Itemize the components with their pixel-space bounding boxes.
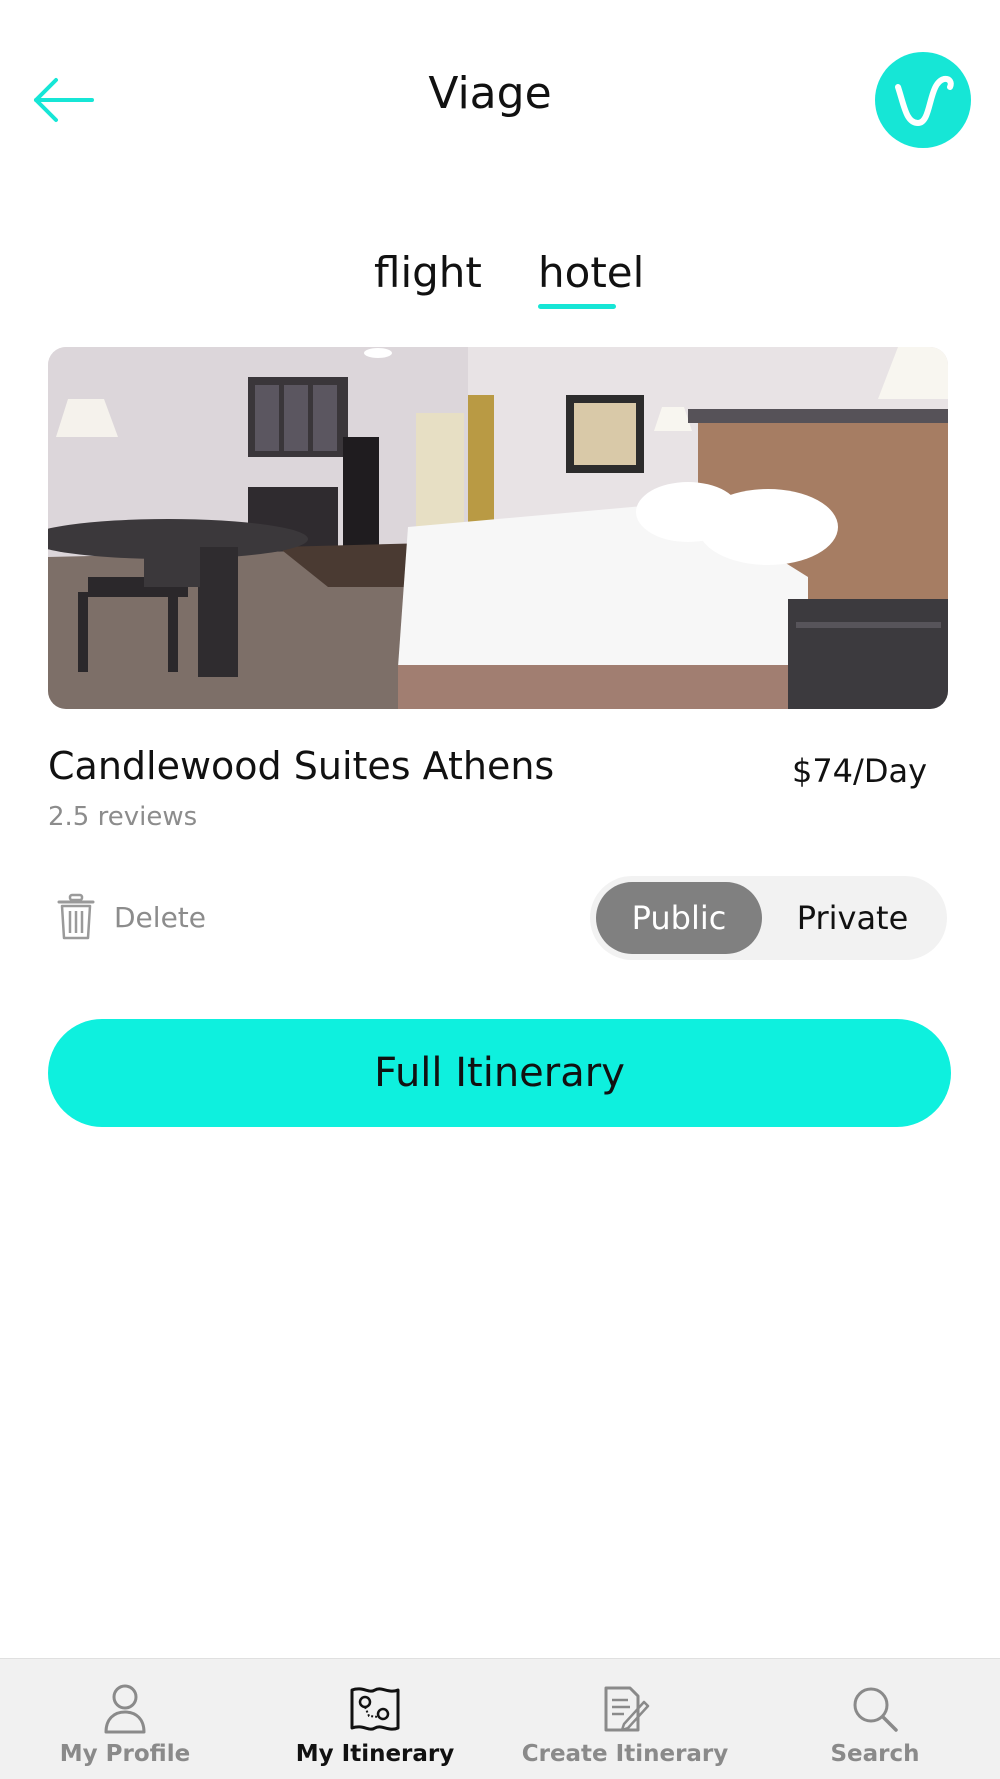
nav-search[interactable]: Search	[750, 1659, 1000, 1779]
nav-my-itinerary[interactable]: My Itinerary	[250, 1659, 500, 1779]
viage-logo-icon	[895, 75, 954, 127]
page-title: Viage	[428, 68, 552, 119]
toggle-private[interactable]: Private	[764, 882, 941, 954]
nav-label: My Itinerary	[295, 1741, 455, 1767]
active-tab-indicator	[538, 304, 616, 309]
user-icon	[104, 1684, 146, 1734]
hotel-reviews: 2.5 reviews	[48, 802, 198, 832]
nav-my-profile[interactable]: My Profile	[0, 1659, 250, 1779]
trash-icon	[57, 893, 95, 940]
toggle-public[interactable]: Public	[596, 882, 762, 954]
bottom-nav: My Profile My Itinerary Create Itinerary	[0, 1658, 1000, 1779]
nav-label: Create Itinerary	[521, 1741, 729, 1767]
hotel-price: $74/Day	[791, 752, 927, 790]
nav-create-itinerary[interactable]: Create Itinerary	[500, 1659, 750, 1779]
app-logo[interactable]	[875, 52, 971, 148]
tab-flight[interactable]: flight	[374, 248, 482, 297]
edit-document-icon	[604, 1686, 650, 1732]
nav-label: My Profile	[59, 1741, 191, 1767]
visibility-toggle: Public Private	[590, 876, 947, 960]
hotel-name: Candlewood Suites Athens	[48, 744, 555, 788]
map-pin-icon	[350, 1687, 400, 1731]
nav-label: Search	[830, 1741, 920, 1767]
delete-button[interactable]: Delete	[56, 892, 206, 942]
tab-hotel[interactable]: hotel	[538, 248, 644, 297]
full-itinerary-button[interactable]: Full Itinerary	[48, 1019, 951, 1127]
delete-label: Delete	[114, 900, 206, 934]
search-icon	[853, 1687, 898, 1732]
hotel-photo	[48, 347, 948, 709]
